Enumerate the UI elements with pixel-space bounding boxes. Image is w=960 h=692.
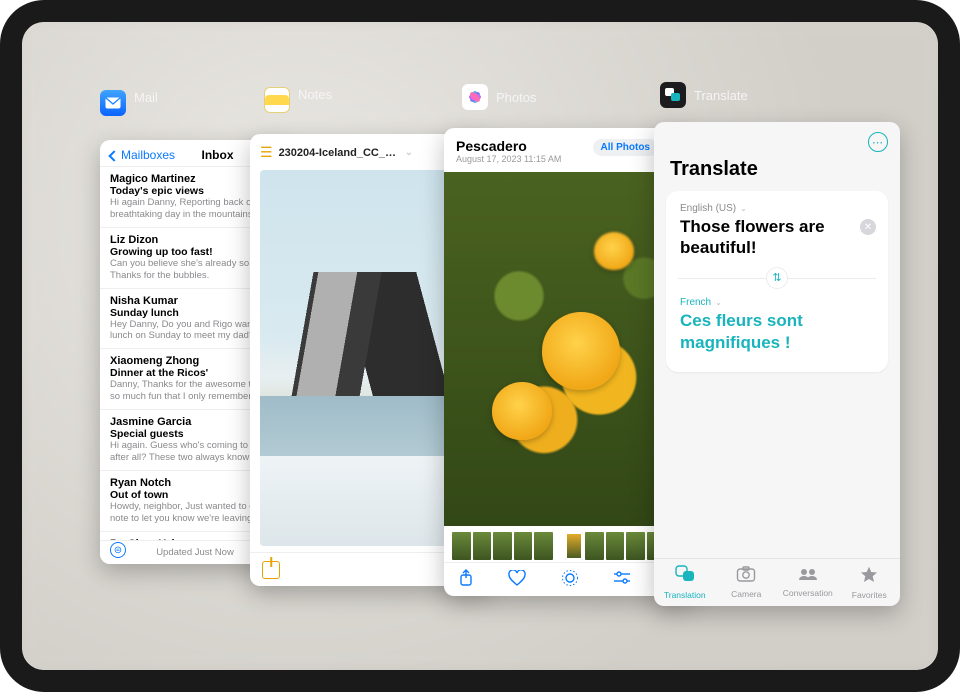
tab-conversation[interactable]: Conversation: [777, 559, 839, 606]
star-icon: [860, 566, 878, 588]
all-photos-button[interactable]: All Photos: [593, 139, 658, 156]
live-photo-icon[interactable]: [561, 569, 579, 590]
translate-bubbles-icon: [664, 86, 682, 104]
source-language-selector[interactable]: English (US)⌄: [680, 203, 874, 214]
more-options-button[interactable]: ⋯: [868, 132, 888, 152]
source-text[interactable]: Those flowers are beautiful!: [680, 216, 874, 259]
notes-list-icon[interactable]: ☰: [260, 144, 273, 161]
envelope-icon: [105, 97, 121, 109]
photo-date: August 17, 2023 11:15 AM: [456, 154, 561, 164]
share-icon[interactable]: [458, 569, 474, 590]
photos-card-label: Photos: [462, 84, 536, 110]
note-title: 230204-Iceland_CC_i0…: [279, 147, 399, 159]
chevron-down-icon[interactable]: ⌄: [405, 147, 413, 158]
inbox-title: Inbox: [202, 148, 234, 162]
photo-thumbnail-strip[interactable]: [452, 532, 686, 560]
chevron-down-icon: ⌄: [740, 204, 747, 213]
tab-camera[interactable]: Camera: [716, 559, 778, 606]
translation-tab-icon: [675, 565, 695, 588]
favorite-heart-icon[interactable]: [508, 570, 526, 589]
translate-app-name: Translate: [694, 88, 748, 103]
adjust-icon[interactable]: [613, 571, 631, 588]
photos-app-icon: [462, 84, 488, 110]
camera-icon: [736, 566, 756, 587]
app-switcher-screen[interactable]: Mail Inbox Notes Snowscape Photography: [22, 22, 938, 670]
notes-app-icon: [264, 87, 290, 113]
translate-app-icon: [660, 82, 686, 108]
mail-app-icon: [100, 90, 126, 116]
mailboxes-back-button[interactable]: Mailboxes: [110, 148, 175, 162]
notes-card-label: Notes Snowscape Photography: [264, 87, 409, 113]
photos-app-name: Photos: [496, 90, 536, 105]
chevron-down-icon: ⌄: [715, 298, 722, 307]
tab-favorites[interactable]: Favorites: [839, 559, 901, 606]
translated-text: Ces fleurs sont magnifiques !: [680, 310, 874, 354]
selected-thumbnail[interactable]: [565, 532, 584, 560]
ipad-frame: Mail Inbox Notes Snowscape Photography: [0, 0, 960, 692]
target-language-selector[interactable]: French⌄: [680, 297, 874, 308]
notes-app-name: Notes: [298, 87, 409, 102]
filter-icon[interactable]: ⊜: [110, 542, 126, 558]
translate-app-card[interactable]: ⋯ Translate English (US)⌄ Those flowers …: [654, 122, 900, 606]
share-icon[interactable]: [262, 561, 280, 579]
conversation-icon: [797, 567, 819, 586]
translate-tab-bar: Translation Camera Conversation: [654, 558, 900, 606]
mail-updated-label: Updated Just Now: [156, 547, 234, 558]
translation-panel: English (US)⌄ Those flowers are beautifu…: [666, 191, 888, 372]
notes-app-subtitle: Snowscape Photography: [298, 102, 409, 113]
tab-translation[interactable]: Translation: [654, 559, 716, 606]
mail-card-label: Mail Inbox: [100, 90, 158, 116]
translate-heading: Translate: [654, 152, 900, 191]
mail-app-name: Mail: [134, 90, 158, 105]
mail-app-subtitle: Inbox: [134, 105, 158, 116]
swap-languages-button[interactable]: ⇅: [766, 267, 788, 289]
clear-text-button[interactable]: ✕: [860, 219, 876, 235]
translate-card-label: Translate: [660, 82, 748, 108]
photo-location-title: Pescadero: [456, 138, 561, 154]
photos-flower-icon: [465, 87, 485, 107]
